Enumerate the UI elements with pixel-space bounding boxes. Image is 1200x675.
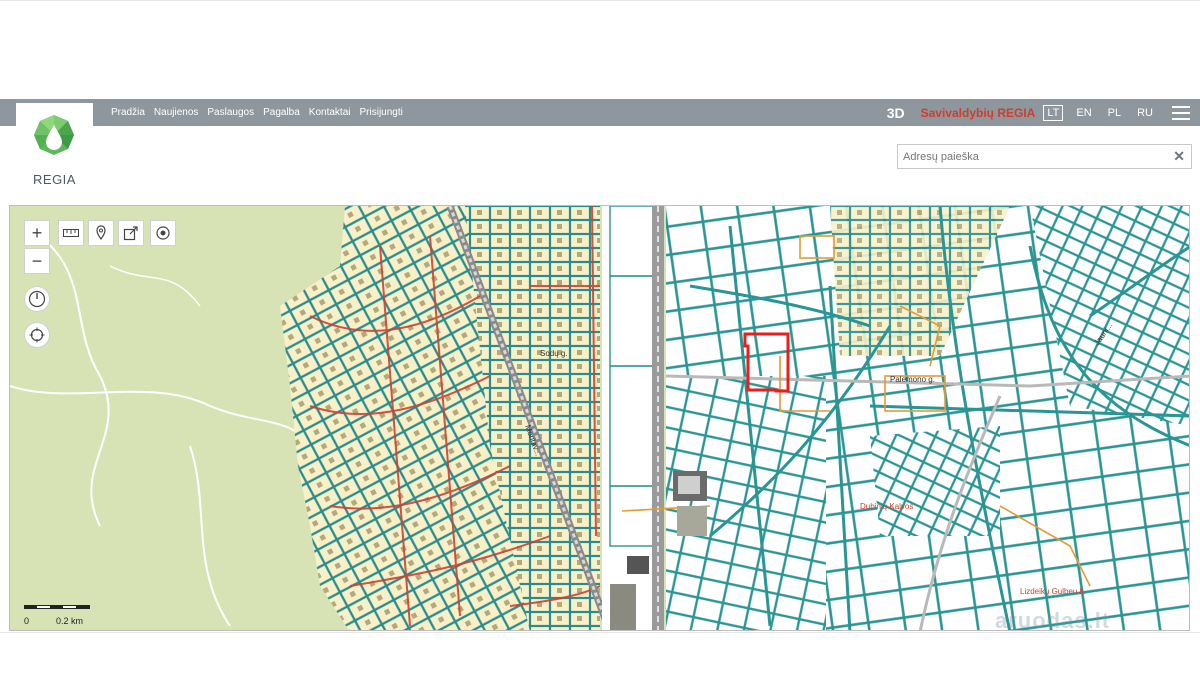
scale-distance: 0.2 km bbox=[56, 616, 84, 626]
nav-news[interactable]: Naujienos bbox=[154, 107, 198, 118]
search-input[interactable] bbox=[898, 145, 1168, 168]
regia-logo[interactable]: REGIA bbox=[16, 103, 93, 199]
nav-services[interactable]: Paslaugos bbox=[207, 107, 254, 118]
top-navbar: Pradžia Naujienos Paslaugos Pagalba Kont… bbox=[0, 99, 1200, 126]
nav-login[interactable]: Prisijungti bbox=[360, 107, 403, 118]
page: Pradžia Naujienos Paslaugos Pagalba Kont… bbox=[0, 0, 1200, 675]
nav-help[interactable]: Pagalba bbox=[263, 107, 300, 118]
address-search: ✕ bbox=[897, 144, 1192, 169]
nav-contacts[interactable]: Kontaktai bbox=[309, 107, 351, 118]
menu-icon[interactable] bbox=[1172, 105, 1190, 120]
compass-icon[interactable] bbox=[24, 286, 50, 312]
share-icon[interactable] bbox=[118, 220, 144, 246]
scale-bar bbox=[24, 605, 90, 609]
locate-icon[interactable] bbox=[150, 220, 176, 246]
area-label-2: Lizdeikų Gulbeu k. bbox=[1020, 587, 1086, 596]
nav-home[interactable]: Pradžia bbox=[111, 107, 145, 118]
watermark: aruodas.lt bbox=[995, 608, 1111, 633]
navbar-right: 3D Savivaldybių REGIA LT EN PL RU bbox=[887, 99, 1200, 126]
road-label-palemono: Palemono g. bbox=[890, 375, 935, 384]
regia-logo-icon bbox=[34, 115, 74, 155]
brand-title: Savivaldybių REGIA bbox=[920, 105, 1036, 120]
measure-icon[interactable] bbox=[58, 220, 84, 246]
map-pin-icon[interactable] bbox=[88, 220, 114, 246]
map-canvas[interactable]: Palemono g. Jauni... Moritav... Dubinių … bbox=[10, 206, 1190, 631]
main-nav: Pradžia Naujienos Paslaugos Pagalba Kont… bbox=[111, 99, 403, 126]
crosshair-icon[interactable] bbox=[24, 322, 50, 348]
top-blank-area bbox=[0, 0, 1200, 99]
scale-label: 0 0.2 km bbox=[24, 616, 83, 626]
logo-text: REGIA bbox=[33, 172, 76, 187]
lang-pl[interactable]: PL bbox=[1105, 106, 1124, 120]
3d-button[interactable]: 3D bbox=[887, 105, 905, 121]
close-icon[interactable]: ✕ bbox=[1173, 148, 1185, 165]
scale-zero: 0 bbox=[24, 616, 30, 626]
lang-ru[interactable]: RU bbox=[1134, 106, 1156, 120]
lang-lt[interactable]: LT bbox=[1043, 104, 1064, 121]
lang-en[interactable]: EN bbox=[1073, 106, 1094, 120]
zoom-in-button[interactable]: + bbox=[24, 220, 50, 246]
bottom-blank-area bbox=[0, 632, 1200, 675]
zoom-out-button[interactable]: − bbox=[24, 248, 50, 274]
area-label-3: Sodų g. bbox=[540, 349, 568, 358]
area-label-1: Dubinių Kalvos bbox=[860, 502, 913, 511]
map-view[interactable]: Palemono g. Jauni... Moritav... Dubinių … bbox=[9, 205, 1190, 631]
